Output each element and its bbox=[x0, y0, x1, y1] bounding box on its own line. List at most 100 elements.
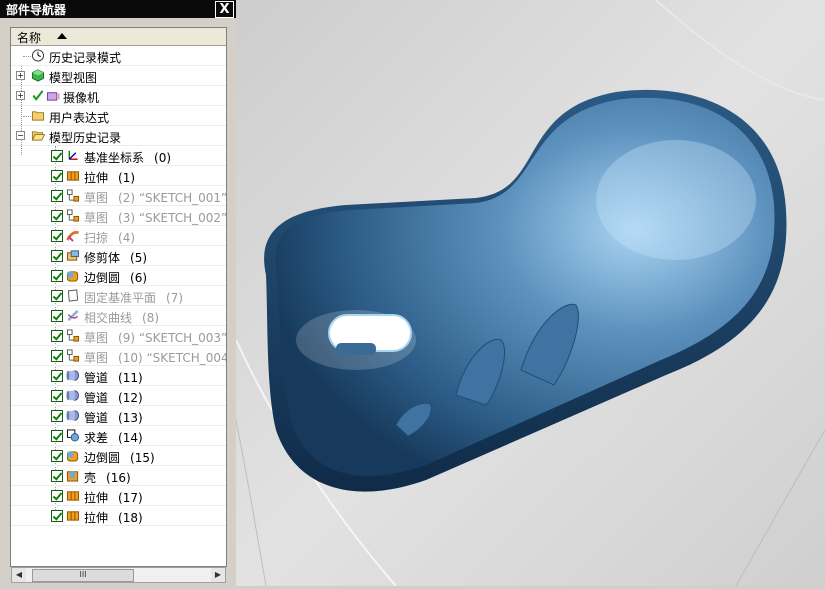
visibility-checkbox[interactable] bbox=[51, 490, 63, 502]
tree-row-tube-11[interactable]: 管道 (11) bbox=[11, 366, 226, 386]
visibility-checkbox[interactable] bbox=[51, 270, 63, 282]
feature-index: (7) bbox=[166, 291, 184, 305]
close-button[interactable]: X bbox=[215, 1, 234, 18]
tree-row-sweep-4[interactable]: 扫掠 (4) bbox=[11, 226, 226, 246]
tree-row-label: 相交曲线 (8) bbox=[84, 309, 159, 326]
visibility-checkbox[interactable] bbox=[51, 450, 63, 462]
sketch-icon bbox=[66, 329, 80, 342]
feature-name: 相交曲线 bbox=[84, 311, 133, 325]
subtract-icon bbox=[66, 429, 80, 442]
feature-name: 扫掠 bbox=[84, 231, 109, 245]
feature-index: (10) “SKETCH_004” bbox=[118, 351, 227, 365]
tube-icon bbox=[66, 390, 80, 401]
tree-row-label: 拉伸 (17) bbox=[84, 489, 143, 506]
visibility-checkbox[interactable] bbox=[51, 370, 63, 382]
edge-blend-icon bbox=[66, 271, 79, 282]
model-view-icon bbox=[31, 69, 45, 82]
visibility-checkbox[interactable] bbox=[51, 390, 63, 402]
expand-icon[interactable]: + bbox=[16, 71, 25, 80]
collapse-icon[interactable]: − bbox=[16, 131, 25, 140]
tree-row-cameras[interactable]: + 摄像机 bbox=[11, 86, 226, 106]
visibility-checkbox[interactable] bbox=[51, 150, 63, 162]
visibility-checkbox[interactable] bbox=[51, 410, 63, 422]
feature-name: 修剪体 bbox=[84, 251, 121, 265]
tree-row-label: 草图 (10) “SKETCH_004” bbox=[84, 349, 227, 366]
tree-row-intersection-curve-8[interactable]: 相交曲线 (8) bbox=[11, 306, 226, 326]
visibility-checkbox[interactable] bbox=[51, 510, 63, 522]
feature-name: 拉伸 bbox=[84, 171, 109, 185]
visibility-checkbox[interactable] bbox=[51, 470, 63, 482]
column-header-label: 名称 bbox=[17, 31, 42, 45]
scrollbar-thumb[interactable]: III bbox=[32, 569, 134, 582]
tree-row-trim-body-5[interactable]: 修剪体 (5) bbox=[11, 246, 226, 266]
column-header-name[interactable]: 名称 bbox=[11, 28, 226, 46]
datum-csys-icon bbox=[68, 150, 78, 160]
folder-open-icon bbox=[31, 131, 45, 141]
tube-icon bbox=[66, 410, 80, 421]
feature-index: (17) bbox=[118, 491, 143, 505]
feature-index: (11) bbox=[118, 371, 143, 385]
tree-row-label: 求差 (14) bbox=[84, 429, 143, 446]
visibility-checkbox[interactable] bbox=[51, 430, 63, 442]
tree-row-label: 用户表达式 bbox=[49, 111, 110, 125]
edge-blend-icon bbox=[66, 451, 79, 462]
tree-row-datum-plane-7[interactable]: 固定基准平面 (7) bbox=[11, 286, 226, 306]
tree-row-label: 壳 (16) bbox=[84, 469, 131, 486]
folder-icon bbox=[31, 111, 45, 121]
feature-name: 草图 bbox=[84, 331, 109, 345]
tree-row-sketch-2[interactable]: 草图 (2) “SKETCH_001” bbox=[11, 186, 226, 206]
visibility-checkbox[interactable] bbox=[51, 250, 63, 262]
tree-row-label: 草图 (3) “SKETCH_002” bbox=[84, 209, 226, 226]
tree-row-extrude-1[interactable]: 拉伸 (1) bbox=[11, 166, 226, 186]
visibility-checkbox[interactable] bbox=[51, 350, 63, 362]
visibility-checkbox[interactable] bbox=[51, 170, 63, 182]
tree-row-label: 修剪体 (5) bbox=[84, 249, 147, 266]
tree-row-sketch-10[interactable]: 草图 (10) “SKETCH_004” bbox=[11, 346, 226, 366]
visibility-checkbox[interactable] bbox=[51, 330, 63, 342]
tree-row-label: 模型历史记录 bbox=[49, 131, 122, 145]
tree-row-datum-csys[interactable]: 基准坐标系 (0) bbox=[11, 146, 226, 166]
tree-row-edge-blend-15[interactable]: 边倒圆 (15) bbox=[11, 446, 226, 466]
tree-row-label: 基准坐标系 (0) bbox=[84, 149, 171, 166]
tree-row-edge-blend-6[interactable]: 边倒圆 (6) bbox=[11, 266, 226, 286]
feature-index: (18) bbox=[118, 511, 143, 525]
visibility-checkbox[interactable] bbox=[51, 290, 63, 302]
graphics-viewport[interactable] bbox=[235, 0, 825, 587]
tree-row-sketch-3[interactable]: 草图 (3) “SKETCH_002” bbox=[11, 206, 226, 226]
tree-row-label: 扫掠 (4) bbox=[84, 229, 135, 246]
tree-row-label: 边倒圆 (15) bbox=[84, 449, 155, 466]
tree-row-label: 历史记录模式 bbox=[49, 51, 122, 65]
expand-icon[interactable]: + bbox=[16, 91, 25, 100]
feature-name: 基准坐标系 bbox=[84, 151, 145, 165]
tree-row-extrude-18[interactable]: 拉伸 (18) bbox=[11, 506, 226, 526]
sketch-icon bbox=[66, 189, 80, 202]
scroll-right-icon[interactable]: ▶ bbox=[211, 568, 225, 582]
feature-index: (16) bbox=[106, 471, 131, 485]
tree-row-subtract-14[interactable]: 求差 (14) bbox=[11, 426, 226, 446]
tree-row-model-views[interactable]: + 模型视图 bbox=[11, 66, 226, 86]
tree-row-tube-12[interactable]: 管道 (12) bbox=[11, 386, 226, 406]
tree-row-tube-13[interactable]: 管道 (13) bbox=[11, 406, 226, 426]
feature-name: 拉伸 bbox=[84, 491, 109, 505]
tree-row-shell-16[interactable]: 壳 (16) bbox=[11, 466, 226, 486]
visibility-checkbox[interactable] bbox=[51, 310, 63, 322]
feature-name: 固定基准平面 bbox=[84, 291, 157, 305]
tree-row-sketch-9[interactable]: 草图 (9) “SKETCH_003” bbox=[11, 326, 226, 346]
tree-row-extrude-17[interactable]: 拉伸 (17) bbox=[11, 486, 226, 506]
feature-index: (0) bbox=[154, 151, 172, 165]
tube-icon bbox=[66, 370, 80, 381]
feature-index: (5) bbox=[130, 251, 148, 265]
tree-row-history-mode[interactable]: 历史记录模式 bbox=[11, 46, 226, 66]
tree-row-user-expressions[interactable]: 用户表达式 bbox=[11, 106, 226, 126]
extrude-icon bbox=[66, 171, 80, 181]
horizontal-scrollbar[interactable]: ◀ III ▶ bbox=[11, 567, 226, 583]
scroll-left-icon[interactable]: ◀ bbox=[12, 568, 26, 582]
extrude-icon bbox=[66, 511, 80, 521]
tree-row-model-history[interactable]: − 模型历史记录 bbox=[11, 126, 226, 146]
visibility-checkbox[interactable] bbox=[51, 230, 63, 242]
visibility-checkbox[interactable] bbox=[51, 190, 63, 202]
tree-row-label: 拉伸 (18) bbox=[84, 509, 143, 526]
part-navigator-panel: 部件导航器 X 名称 历史记录模式 + 模型视图 + 摄像机 用户表达式 − 模… bbox=[0, 0, 236, 586]
visibility-checkbox[interactable] bbox=[51, 210, 63, 222]
feature-name: 边倒圆 bbox=[84, 271, 121, 285]
